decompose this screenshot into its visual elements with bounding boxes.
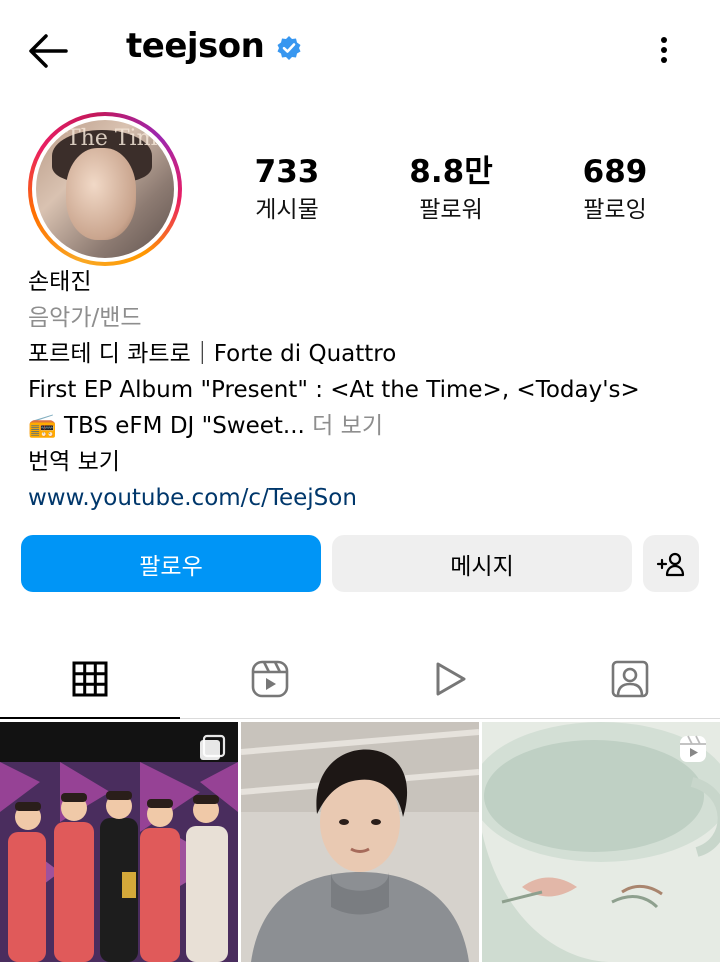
username: teejson: [126, 26, 265, 66]
stat-following-label: 팔로잉: [583, 197, 647, 223]
avatar-story-ring[interactable]: The Tim: [28, 112, 182, 266]
reels-icon: [251, 660, 289, 698]
translate-link[interactable]: 번역 보기: [28, 444, 120, 480]
arrow-left-icon[interactable]: [26, 28, 72, 74]
stat-posts-value: 733: [254, 154, 320, 190]
profile-username-header: teejson: [126, 26, 302, 66]
play-icon: [436, 662, 466, 696]
bio-line-3: 📻 TBS eFM DJ "Sweet... 더 보기: [28, 408, 383, 444]
suggest-users-button[interactable]: [643, 535, 699, 592]
tab-reels[interactable]: [180, 640, 360, 718]
tab-grid[interactable]: [0, 640, 180, 719]
stat-following-value: 689: [582, 154, 648, 190]
post-thumbnail-2[interactable]: [241, 722, 479, 962]
active-tab-indicator: [0, 717, 180, 719]
post-thumbnail-1[interactable]: [0, 722, 238, 962]
message-button[interactable]: 메시지: [332, 535, 632, 592]
external-link[interactable]: www.youtube.com/c/TeejSon: [28, 480, 357, 516]
radio-emoji-icon: 📻: [28, 413, 57, 439]
bio-line-3-text: TBS eFM DJ "Sweet...: [56, 413, 305, 439]
stat-posts-label: 게시물: [255, 197, 319, 223]
profile-name: 손태진: [28, 269, 92, 295]
bio-line-1: 포르테 디 콰트로｜Forte di Quattro: [28, 341, 397, 367]
tab-videos[interactable]: [360, 640, 540, 718]
avatar-overlay-text: The Tim: [66, 126, 158, 151]
verified-badge-icon: [277, 36, 301, 60]
carousel-icon: [200, 734, 226, 760]
add-person-icon: [656, 552, 685, 576]
more-vertical-icon[interactable]: [650, 32, 678, 68]
grid-icon: [72, 661, 108, 697]
post-thumbnail-3[interactable]: [482, 722, 720, 962]
reels-icon: [680, 735, 706, 762]
profile-category: 음악가/밴드: [28, 305, 142, 331]
stat-following[interactable]: 689 팔로잉: [540, 152, 690, 228]
avatar[interactable]: The Tim: [36, 120, 174, 258]
stat-followers-label: 팔로워: [419, 197, 483, 223]
stat-followers-value: 8.8만: [409, 154, 493, 190]
profile-tabs: [0, 640, 720, 719]
stat-followers[interactable]: 8.8만 팔로워: [376, 152, 526, 228]
bio-line-2: First EP Album "Present" : <At the Time>…: [28, 377, 640, 403]
see-more-link[interactable]: 더 보기: [305, 413, 383, 439]
stat-posts[interactable]: 733 게시물: [212, 152, 362, 228]
follow-button[interactable]: 팔로우: [21, 535, 321, 592]
tab-tagged[interactable]: [540, 640, 720, 718]
tagged-icon: [611, 660, 649, 698]
avatar-face: [66, 148, 136, 240]
top-bar: teejson: [0, 0, 720, 100]
post-image-selfie: [241, 722, 479, 962]
